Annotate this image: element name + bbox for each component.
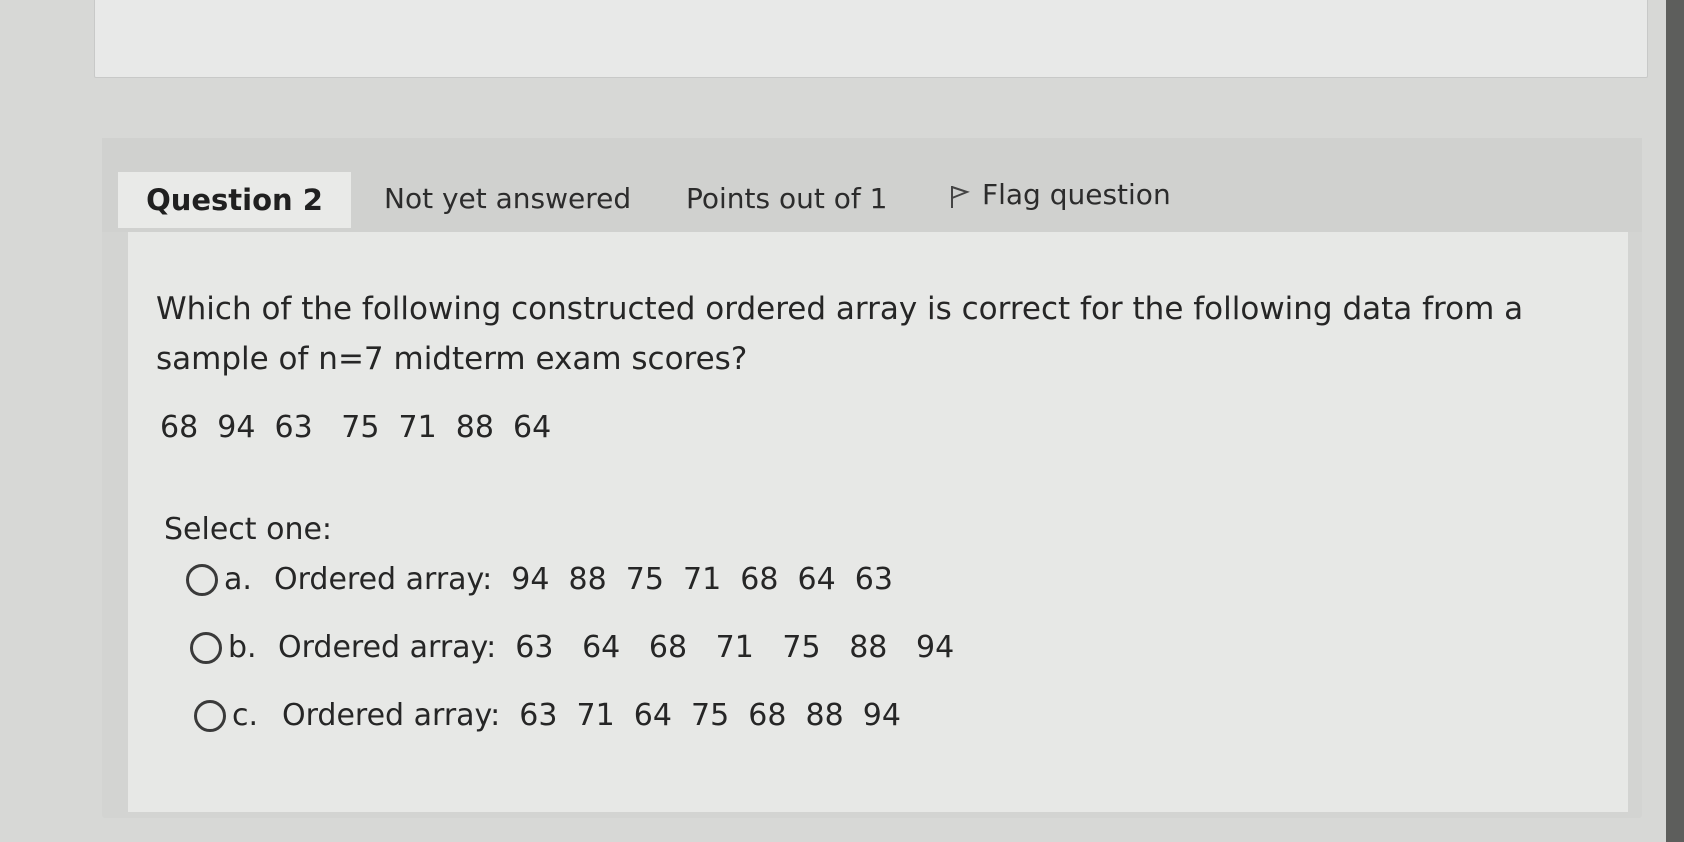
radio-circle-icon[interactable] (190, 631, 222, 664)
answer-option-b[interactable]: b. Ordered array: 63 64 68 71 75 88 94 (190, 630, 954, 665)
option-text: Ordered array: 94 88 75 71 68 64 63 (274, 562, 893, 597)
previous-question-card (94, 0, 1648, 78)
answer-option-c[interactable]: c. Ordered array: 63 71 64 75 68 88 94 (194, 698, 901, 733)
question-body: Which of the following constructed order… (128, 232, 1628, 812)
screen-bezel (1666, 0, 1684, 842)
question-card: Question 2 Not yet answered Points out o… (102, 138, 1642, 818)
data-values: 68 94 63 75 71 88 64 (160, 410, 552, 445)
flag-question-label: Flag question (982, 178, 1171, 211)
option-letter: c. (232, 698, 259, 733)
question-header: Question 2 Not yet answered Points out o… (102, 138, 1642, 232)
question-text: Which of the following constructed order… (156, 291, 1524, 377)
question-status: Not yet answered (384, 182, 632, 215)
select-one-prompt: Select one: (164, 512, 333, 547)
radio-circle-icon[interactable] (194, 699, 226, 732)
option-letter: b. (228, 630, 257, 665)
option-text: Ordered array: 63 71 64 75 68 88 94 (282, 698, 901, 733)
flag-question-link[interactable]: Flag question (948, 178, 1171, 211)
question-number: Question 2 (118, 172, 351, 228)
flag-icon (948, 184, 972, 210)
question-points: Points out of 1 (686, 182, 888, 215)
option-text: Ordered array: 63 64 68 71 75 88 94 (278, 630, 955, 665)
answer-option-a[interactable]: a. Ordered array: 94 88 75 71 68 64 63 (186, 562, 893, 597)
option-letter: a. (224, 562, 252, 597)
radio-circle-icon[interactable] (186, 563, 218, 596)
